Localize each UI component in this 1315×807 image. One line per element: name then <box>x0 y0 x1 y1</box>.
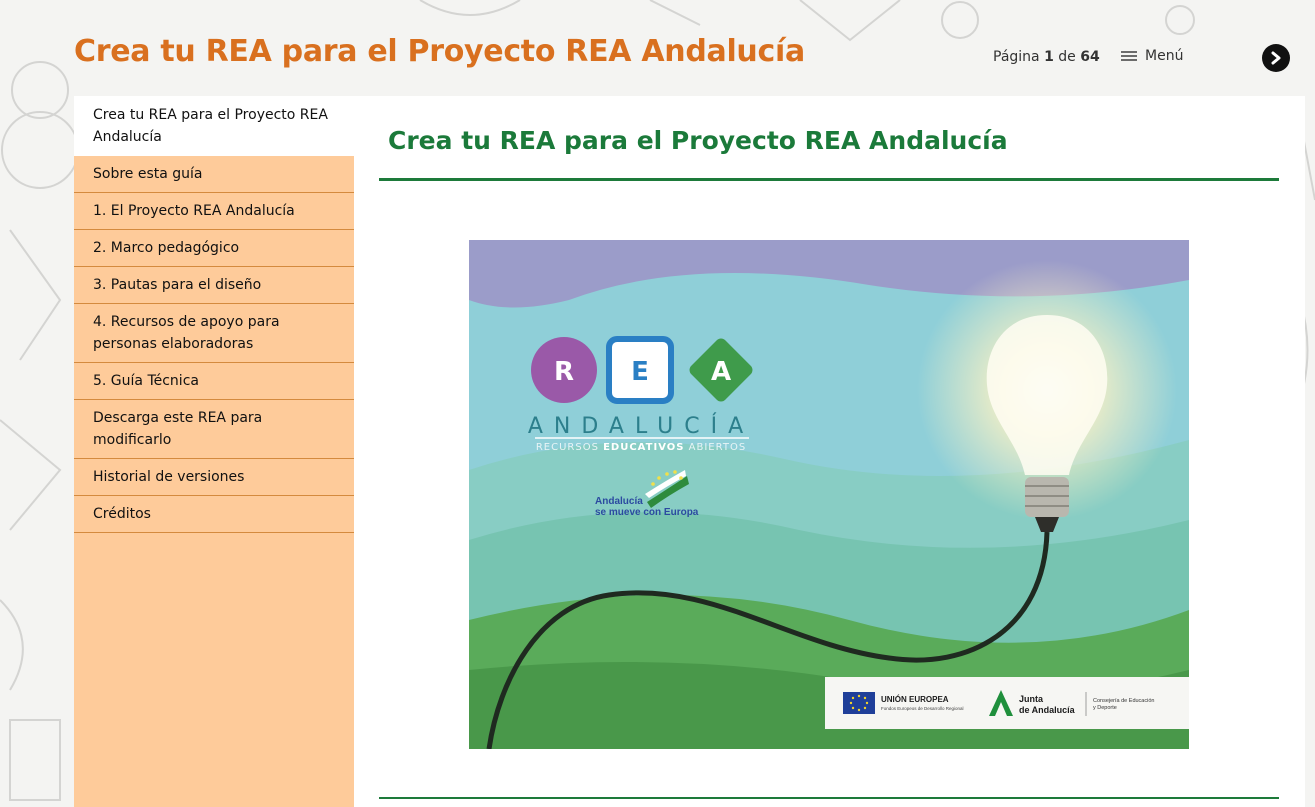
cover-illustration: R E A ANDALUCÍA RECURSOS EDUCATIVOS ABIE… <box>469 240 1189 749</box>
toc-item-pautas[interactable]: 3. Pautas para el diseño <box>74 267 354 304</box>
svg-text:Fondos Europeos de Desarrollo: Fondos Europeos de Desarrollo Regional <box>881 706 964 711</box>
svg-text:A: A <box>711 357 731 387</box>
toc-item-proyecto[interactable]: 1. El Proyecto REA Andalucía <box>74 193 354 230</box>
menu-label: Menú <box>1145 48 1184 64</box>
pager-prefix: Página <box>993 49 1040 65</box>
svg-text:Consejería de Educación: Consejería de Educación <box>1093 698 1154 704</box>
page-counter: Página 1 de 64 <box>993 49 1100 65</box>
cover-image: R E A ANDALUCÍA RECURSOS EDUCATIVOS ABIE… <box>469 240 1189 749</box>
pager-sep: de <box>1058 49 1076 65</box>
main-content: Crea tu REA para el Proyecto REA Andaluc… <box>354 96 1305 807</box>
footer-divider <box>379 797 1279 799</box>
svg-text:R: R <box>554 357 574 387</box>
svg-text:RECURSOS EDUCATIVOS ABIERTOS: RECURSOS EDUCATIVOS ABIERTOS <box>536 442 746 453</box>
toc-item-recursos[interactable]: 4. Recursos de apoyo para personas elabo… <box>74 304 354 363</box>
book-title-link[interactable]: Crea tu REA para el Proyecto REA Andaluc… <box>74 34 805 69</box>
svg-text:ANDALUCÍA: ANDALUCÍA <box>528 413 754 439</box>
svg-text:Junta: Junta <box>1019 694 1044 704</box>
svg-text:E: E <box>631 357 649 387</box>
chevron-right-icon <box>1271 51 1281 65</box>
svg-text:de Andalucía: de Andalucía <box>1019 705 1076 715</box>
top-bar: Crea tu REA para el Proyecto REA Andaluc… <box>0 0 1315 96</box>
hamburger-icon <box>1121 51 1137 61</box>
page-title: Crea tu REA para el Proyecto REA Andaluc… <box>388 126 1008 155</box>
toc-item-guia-tecnica[interactable]: 5. Guía Técnica <box>74 363 354 400</box>
toc-item-creditos[interactable]: Créditos <box>74 496 354 533</box>
svg-text:y Deporte: y Deporte <box>1093 705 1117 711</box>
pager-current: 1 <box>1044 49 1054 65</box>
toc-item-marco[interactable]: 2. Marco pedagógico <box>74 230 354 267</box>
toc-item-portada[interactable]: Crea tu REA para el Proyecto REA Andaluc… <box>74 96 354 156</box>
toc-item-historial[interactable]: Historial de versiones <box>74 459 354 496</box>
toc-item-descarga[interactable]: Descarga este REA para modificarlo <box>74 400 354 459</box>
pager-total: 64 <box>1080 49 1100 65</box>
menu-button[interactable]: Menú <box>1121 46 1183 66</box>
heading-divider <box>379 178 1279 181</box>
svg-text:UNIÓN EUROPEA: UNIÓN EUROPEA <box>881 695 949 704</box>
toc-item-sobre-guia[interactable]: Sobre esta guía <box>74 156 354 193</box>
svg-text:se mueve con Europa: se mueve con Europa <box>595 507 699 518</box>
svg-text:Andalucía: Andalucía <box>595 496 643 507</box>
table-of-contents: Crea tu REA para el Proyecto REA Andaluc… <box>74 96 354 807</box>
next-page-button[interactable] <box>1262 44 1290 72</box>
